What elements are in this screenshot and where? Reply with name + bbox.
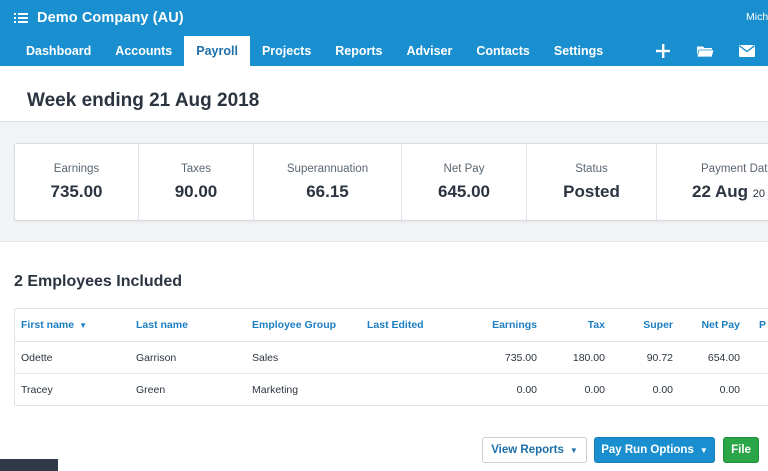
- col-tax[interactable]: Tax: [535, 309, 605, 341]
- summary-status-value: Posted: [563, 182, 620, 201]
- col-first-name-label: First name: [21, 319, 75, 331]
- org-switcher[interactable]: Demo Company (AU): [14, 8, 184, 28]
- summary-taxes-value: 90.00: [174, 182, 218, 201]
- nav-settings[interactable]: Settings: [542, 36, 615, 66]
- sort-desc-icon: ▼: [79, 320, 88, 330]
- chevron-down-icon: ▼: [699, 445, 708, 455]
- nav-accounts[interactable]: Accounts: [103, 36, 184, 66]
- cell-super: 90.72: [646, 351, 673, 364]
- cell-first-name[interactable]: Tracey: [21, 374, 131, 406]
- employees-title: 2 Employees Included: [14, 273, 183, 290]
- summary-status-label: Status: [575, 163, 608, 175]
- nav-actions: [642, 36, 768, 66]
- summary-payment-date: Payment Date 22 Aug 20: [657, 144, 768, 220]
- pay-run-options-button[interactable]: Pay Run Options ▼: [594, 437, 715, 463]
- cell-net-pay: 0.00: [719, 384, 740, 396]
- col-more[interactable]: P: [759, 309, 768, 341]
- nav-reports[interactable]: Reports: [323, 36, 394, 66]
- summary-earnings-label: Earnings: [53, 163, 100, 175]
- summary-net-pay-label: Net Pay: [443, 163, 485, 175]
- summary-taxes-label: Taxes: [180, 163, 212, 175]
- pay-run-options-label: Pay Run Options: [601, 444, 694, 456]
- col-super[interactable]: Super: [603, 309, 673, 341]
- cell-last-name: Garrison: [136, 351, 177, 364]
- cell-first-name[interactable]: Odette: [21, 342, 131, 373]
- table-row[interactable]: Odette Garrison Sales 735.00 180.00 90.7…: [15, 342, 768, 374]
- page-title: Week ending 21 Aug 2018: [27, 90, 260, 111]
- payment-date-day: 22 Aug: [692, 182, 749, 201]
- user-menu[interactable]: Mich: [746, 11, 768, 23]
- summary-earnings-value: 735.00: [50, 182, 103, 201]
- nav-dashboard[interactable]: Dashboard: [14, 36, 103, 66]
- payment-date-year: 20: [752, 188, 766, 200]
- table-header: First name ▼ Last name Employee Group Las…: [15, 309, 768, 342]
- summary-status: Status Posted: [527, 144, 657, 220]
- summary-payment-date-label: Payment Date: [701, 163, 768, 175]
- file-button[interactable]: File: [723, 437, 759, 463]
- cell-last-name: Green: [136, 384, 166, 396]
- bottom-left-panel: [0, 459, 58, 471]
- col-last-name[interactable]: Last name: [136, 309, 246, 341]
- cell-net-pay: 654.00: [707, 351, 740, 364]
- summary-taxes: Taxes 90.00: [139, 144, 254, 220]
- table-row[interactable]: Tracey Green Marketing 0.00 0.00 0.00 0.…: [15, 374, 768, 406]
- folder-icon[interactable]: [684, 36, 726, 66]
- summary-net-pay: Net Pay 645.00: [402, 144, 527, 220]
- nav-projects[interactable]: Projects: [250, 36, 323, 66]
- chevron-down-icon: ▼: [569, 445, 578, 455]
- page-header: Week ending 21 Aug 2018: [0, 66, 768, 122]
- mail-icon[interactable]: [726, 36, 768, 66]
- view-reports-label: View Reports: [491, 444, 564, 456]
- plus-icon[interactable]: [642, 36, 684, 66]
- main-nav: Dashboard Accounts Payroll Projects Repo…: [14, 36, 615, 66]
- summary-payment-date-value: 22 Aug 20: [692, 182, 768, 202]
- nav-payroll[interactable]: Payroll: [184, 36, 250, 66]
- nav-contacts[interactable]: Contacts: [464, 36, 541, 66]
- view-reports-button[interactable]: View Reports ▼: [482, 437, 587, 463]
- cell-super: 0.00: [652, 384, 673, 396]
- nav-adviser[interactable]: Adviser: [395, 36, 465, 66]
- cell-earnings: 0.00: [516, 384, 537, 396]
- summary-super: Superannuation 66.15: [254, 144, 402, 220]
- col-earnings[interactable]: Earnings: [455, 309, 537, 341]
- cell-employee-group: Sales: [252, 351, 279, 364]
- cell-tax: 0.00: [584, 384, 605, 396]
- cell-tax: 180.00: [572, 351, 605, 364]
- summary-earnings: Earnings 735.00: [15, 144, 139, 220]
- col-net-pay[interactable]: Net Pay: [670, 309, 740, 341]
- menu-list-icon[interactable]: [14, 12, 28, 24]
- summary-super-value: 66.15: [306, 182, 349, 201]
- summary-net-pay-value: 645.00: [438, 182, 490, 201]
- summary-super-label: Superannuation: [286, 163, 369, 175]
- employees-table: First name ▼ Last name Employee Group Las…: [14, 308, 768, 406]
- org-name[interactable]: Demo Company (AU): [37, 10, 184, 26]
- top-bar: Demo Company (AU) Mich Dashboard Account…: [0, 0, 768, 66]
- cell-earnings: 735.00: [504, 351, 537, 364]
- cell-employee-group: Marketing: [252, 384, 299, 396]
- pay-run-summary: Earnings 735.00 Taxes 90.00 Superannuati…: [14, 143, 768, 221]
- col-employee-group[interactable]: Employee Group: [252, 309, 362, 341]
- col-first-name[interactable]: First name ▼: [21, 309, 131, 341]
